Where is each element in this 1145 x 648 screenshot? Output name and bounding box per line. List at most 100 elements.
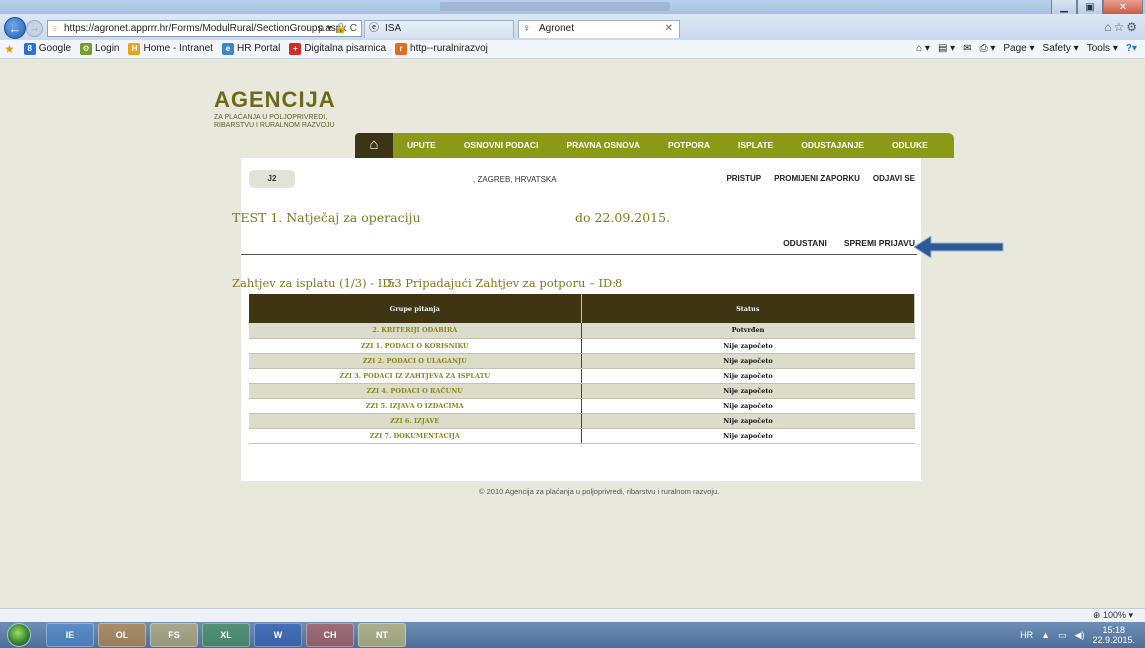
- volume-icon[interactable]: ◀): [1075, 630, 1085, 641]
- ie-page-icon: e: [221, 43, 234, 55]
- home-icon[interactable]: ⌂: [355, 133, 393, 158]
- favorite-google[interactable]: 8 Google: [23, 40, 71, 58]
- favorite-home-intranet[interactable]: H Home - Intranet: [128, 40, 213, 58]
- table-row[interactable]: ZZI 6. IZJAVE Nije započeto: [249, 413, 915, 429]
- tab-isa[interactable]: ⓔ ISA: [364, 20, 514, 38]
- address-bar-tools[interactable]: ρ ▾ 🔒 C: [318, 21, 357, 36]
- clock[interactable]: 15:18 22.9.2015.: [1092, 625, 1135, 645]
- group-link[interactable]: ZZI 2. PODACI O ULAGANJU: [249, 353, 582, 369]
- close-tab-icon[interactable]: ✕: [665, 21, 673, 37]
- tab-agronet[interactable]: ♀ Agronet ✕: [518, 20, 680, 38]
- menu-isplate[interactable]: ISPLATE: [724, 133, 787, 158]
- favorite-digitalna-pisarnica[interactable]: + Digitalna pisarnica: [289, 40, 386, 58]
- status-cell: Nije započeto: [581, 368, 915, 384]
- change-password-link[interactable]: PROMIJENI ZAPORKU: [774, 174, 860, 183]
- favorites-star-icon[interactable]: ★: [4, 40, 15, 58]
- web-page: AGENCIJA ZA PLAĆANJA U POLJOPRIVREDI, RI…: [0, 60, 1145, 608]
- favorite-hr-portal[interactable]: e HR Portal: [221, 40, 280, 58]
- save-application-button[interactable]: SPREMI PRIJAVU: [844, 238, 915, 248]
- favorite-login[interactable]: ⚙ Login: [80, 40, 119, 58]
- user-id-box: J2: [249, 170, 295, 188]
- browser-toolbar-icons: ⌂☆⚙: [1104, 20, 1139, 34]
- agronet-tab-icon: ♀: [523, 23, 531, 34]
- menu-upute[interactable]: UPUTE: [393, 133, 450, 158]
- excel-icon[interactable]: XL: [202, 623, 250, 647]
- settings-gear-icon[interactable]: ⚙: [1126, 20, 1139, 34]
- table-row[interactable]: ZZI 5. IZJAVA O IZDACIMA Nije započeto: [249, 398, 915, 414]
- language-indicator[interactable]: HR: [1020, 630, 1033, 640]
- group-link[interactable]: 2. KRITERIJI ODABIRA: [249, 323, 582, 339]
- related-request-id: 8: [615, 276, 623, 290]
- forward-button[interactable]: →: [26, 20, 43, 37]
- page-menu[interactable]: Page ▾: [1003, 40, 1034, 58]
- menu-potpora[interactable]: POTPORA: [654, 133, 724, 158]
- sticky-notes-icon[interactable]: NT: [358, 623, 406, 647]
- status-cell: Nije započeto: [581, 353, 915, 369]
- logout-link[interactable]: ODJAVI SE: [873, 174, 915, 183]
- cancel-button[interactable]: ODUSTANI: [783, 238, 827, 248]
- window-titlebar: ▁ ▣ ✕: [0, 0, 1145, 18]
- start-button[interactable]: [7, 623, 31, 647]
- group-link[interactable]: ZZI 4. PODACI O RAČUNU: [249, 383, 582, 399]
- table-row[interactable]: 2. KRITERIJI ODABIRA Potvrđen: [249, 323, 915, 339]
- left-arrow-icon: [914, 236, 1004, 258]
- menu-odustajanje[interactable]: ODUSTAJANJE: [787, 133, 878, 158]
- table-row[interactable]: ZZI 1. PODACI O KORISNIKU Nije započeto: [249, 338, 915, 354]
- table-row[interactable]: ZZI 4. PODACI O RAČUNU Nije započeto: [249, 383, 915, 399]
- file-explorer-icon[interactable]: FS: [150, 623, 198, 647]
- cross-icon: +: [289, 43, 302, 55]
- zoom-level[interactable]: ⊕ 100% ▾: [1093, 610, 1133, 621]
- table-row[interactable]: ZZI 2. PODACI O ULAGANJU Nije započeto: [249, 353, 915, 369]
- agency-logo[interactable]: AGENCIJA ZA PLAĆANJA U POLJOPRIVREDI, RI…: [214, 87, 364, 130]
- table-row[interactable]: ZZI 3. PODACI IZ ZAHTJEVA ZA ISPLATU Nije…: [249, 368, 915, 384]
- page-footer: © 2010 Agencija za plaćanja u poljoprivr…: [479, 487, 720, 496]
- safety-menu[interactable]: Safety ▾: [1043, 40, 1079, 58]
- internet-explorer-icon[interactable]: IE: [46, 623, 94, 647]
- status-cell: Nije započeto: [581, 338, 915, 354]
- chrome-icon[interactable]: CH: [306, 623, 354, 647]
- help-icon[interactable]: ?▾: [1126, 40, 1137, 58]
- page-title: TEST 1. Natječaj za operaciju do 22.09.2…: [232, 210, 752, 225]
- show-hidden-icons-icon[interactable]: ▲: [1041, 630, 1050, 640]
- outlook-icon[interactable]: OL: [98, 623, 146, 647]
- column-header-group: Grupe pitanja: [249, 294, 582, 323]
- windows-taskbar: IE OL FS XL W CH NT HR ▲ ▭ ◀) 15:18 22.9…: [0, 622, 1145, 648]
- menu-odluke[interactable]: ODLUKE: [878, 133, 942, 158]
- group-link[interactable]: ZZI 5. IZJAVA O IZDACIMA: [249, 398, 582, 414]
- user-links: PRISTUP PROMIJENI ZAPORKU ODJAVI SE: [726, 174, 915, 183]
- home-icon[interactable]: ⌂ ▾: [916, 40, 930, 58]
- group-link[interactable]: ZZI 1. PODACI O KORISNIKU: [249, 338, 582, 354]
- favorites-star-icon[interactable]: ☆: [1113, 20, 1126, 34]
- back-button[interactable]: ←: [4, 17, 26, 39]
- window-title-text: [440, 2, 670, 11]
- browser-status-bar: ⊕ 100% ▾: [0, 608, 1145, 622]
- print-icon[interactable]: ⎙ ▾: [980, 40, 996, 58]
- address-bar[interactable]: ♀ https://agronet.apprrr.hr/Forms/ModulR…: [47, 20, 362, 37]
- status-cell: Nije započeto: [581, 428, 915, 444]
- tab-label: Agronet: [539, 23, 575, 34]
- status-cell: Nije započeto: [581, 413, 915, 429]
- clock-date: 22.9.2015.: [1092, 635, 1135, 645]
- group-link[interactable]: ZZI 6. IZJAVE: [249, 413, 582, 429]
- content-panel: J2 , ZAGREB, HRVATSKA PRISTUP PROMIJENI …: [232, 158, 1004, 481]
- related-request-label: 53 Pripadajući Zahtjev za potporu – ID:: [387, 276, 617, 290]
- word-icon[interactable]: W: [254, 623, 302, 647]
- clock-time: 15:18: [1102, 625, 1125, 635]
- mail-icon[interactable]: ✉: [963, 40, 971, 58]
- network-icon[interactable]: ▭: [1058, 630, 1067, 641]
- menu-osnovni-podaci[interactable]: OSNOVNI PODACI: [450, 133, 553, 158]
- tools-menu[interactable]: Tools ▾: [1087, 40, 1118, 58]
- favorite-ruralnirazvoj[interactable]: r http--ruralnirazvoj: [395, 40, 488, 58]
- pristup-link[interactable]: PRISTUP: [726, 174, 761, 183]
- table-row[interactable]: ZZI 7. DOKUMENTACIJA Nije započeto: [249, 428, 915, 444]
- google-icon: 8: [23, 43, 36, 55]
- group-link[interactable]: ZZI 7. DOKUMENTACIJA: [249, 428, 582, 444]
- column-header-status: Status: [581, 294, 915, 323]
- main-menu: ⌂ UPUTE OSNOVNI PODACI PRAVNA OSNOVA POT…: [355, 133, 954, 158]
- status-cell: Potvrđen: [581, 323, 915, 339]
- feeds-icon[interactable]: ▤ ▾: [938, 40, 955, 58]
- system-tray: HR ▲ ▭ ◀) 15:18 22.9.2015.: [1020, 625, 1135, 645]
- menu-pravna-osnova[interactable]: PRAVNA OSNOVA: [552, 133, 654, 158]
- group-link[interactable]: ZZI 3. PODACI IZ ZAHTJEVA ZA ISPLATU: [249, 368, 582, 384]
- tab-label: ISA: [385, 23, 402, 34]
